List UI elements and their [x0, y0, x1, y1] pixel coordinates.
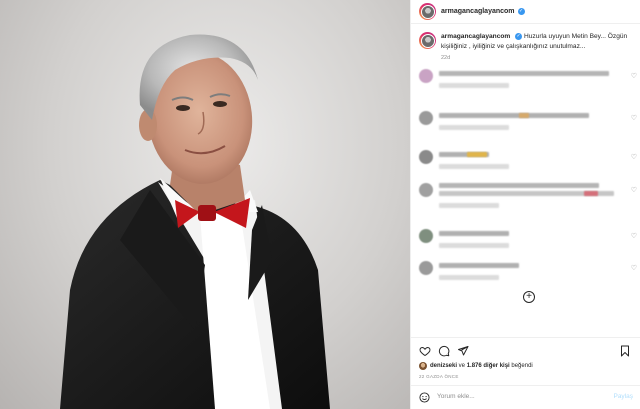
verified-badge-icon: ✓	[515, 32, 523, 40]
comment-text	[439, 71, 609, 76]
comment-item: ♡	[419, 148, 640, 178]
action-bar	[411, 337, 640, 365]
post-caption: armagancaglayancom ✓ Huzurla uyuyun Meti…	[419, 32, 634, 64]
post-photo	[0, 0, 410, 409]
heart-icon[interactable]	[419, 345, 431, 357]
comment-meta	[439, 125, 509, 130]
heart-icon[interactable]: ♡	[631, 186, 637, 194]
comment-text	[439, 231, 509, 236]
comment-meta	[439, 243, 509, 248]
portrait-image	[60, 34, 330, 409]
plus-circle-icon[interactable]: +	[523, 291, 535, 303]
comment-meta	[439, 275, 499, 280]
heart-icon[interactable]: ♡	[631, 264, 637, 272]
heart-icon[interactable]: ♡	[631, 114, 637, 122]
smiley-icon[interactable]	[419, 392, 430, 403]
caption-username[interactable]: armagancaglayancom	[441, 33, 510, 40]
commenter-avatar[interactable]	[419, 229, 433, 243]
caption-age: 22d	[441, 55, 451, 62]
commenter-avatar[interactable]	[419, 111, 433, 125]
author-avatar[interactable]	[419, 3, 436, 20]
comment-meta	[439, 83, 509, 88]
comment-icon[interactable]	[438, 345, 450, 357]
bookmark-icon[interactable]	[619, 345, 631, 357]
post-header: armagancaglayancom ✓	[411, 0, 640, 24]
comment-text	[439, 183, 599, 188]
instagram-post: armagancaglayancom ✓ armagancaglayancom …	[0, 0, 640, 409]
comment-item: ♡	[419, 181, 640, 211]
author-username[interactable]: armagancaglayancom	[441, 8, 515, 15]
comment-item: ♡	[419, 109, 640, 139]
post-timestamp: 22 GAZDA ÖNCE	[419, 374, 459, 379]
caption-avatar[interactable]	[419, 32, 436, 49]
heart-icon[interactable]: ♡	[631, 72, 637, 80]
liker-avatar[interactable]	[419, 362, 427, 370]
post-side-panel: armagancaglayancom ✓ armagancaglayancom …	[410, 0, 640, 409]
commenter-avatar[interactable]	[419, 69, 433, 83]
post-comment-button[interactable]: Paylaş	[613, 393, 633, 400]
heart-icon[interactable]: ♡	[631, 153, 637, 161]
comment-text	[439, 263, 519, 268]
comment-meta	[439, 164, 509, 169]
heart-icon[interactable]: ♡	[631, 232, 637, 240]
likes-summary: denizseki ve 1.876 diğer kişi beğendi	[419, 362, 533, 370]
commenter-avatar[interactable]	[419, 183, 433, 197]
comment-item: ♡	[419, 227, 640, 257]
send-icon[interactable]	[457, 345, 469, 357]
add-comment-bar: Yorum ekle... Paylaş	[411, 385, 640, 409]
likes-count[interactable]: 1.876 diğer kişi	[467, 363, 510, 369]
comment-item: ♡	[419, 67, 640, 97]
commenter-avatar[interactable]	[419, 261, 433, 275]
comment-item: ♡	[419, 259, 640, 289]
commenter-avatar[interactable]	[419, 150, 433, 164]
liker-username[interactable]: denizseki	[430, 363, 457, 369]
comment-input[interactable]: Yorum ekle...	[437, 393, 475, 400]
comment-meta	[439, 203, 499, 208]
verified-badge-icon: ✓	[517, 8, 525, 15]
comment-text	[439, 113, 589, 118]
